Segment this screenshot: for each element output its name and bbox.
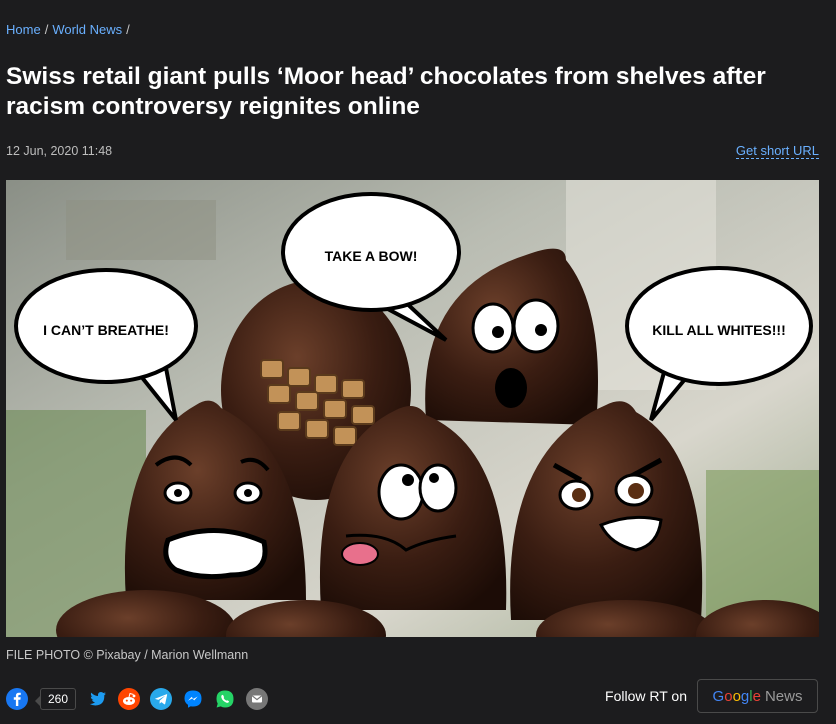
article-meta: 12 Jun, 2020 11:48 Get short URL <box>6 143 819 159</box>
google-letter: g <box>740 687 750 705</box>
email-icon[interactable] <box>246 688 269 710</box>
google-letter: G <box>712 687 725 705</box>
breadcrumb-world-news-link[interactable]: World News <box>52 22 122 37</box>
breadcrumb-separator: / <box>44 22 49 37</box>
google-logo: Google <box>713 688 761 705</box>
google-news-button[interactable]: Google News <box>697 679 818 713</box>
photo-caption: FILE PHOTO © Pixabay / Marion Wellmann <box>6 648 249 662</box>
telegram-icon[interactable] <box>150 688 173 710</box>
breadcrumb-separator: / <box>126 22 130 37</box>
follow-rt-label: Follow RT on <box>605 688 687 704</box>
twitter-icon[interactable] <box>86 688 108 710</box>
whatsapp-icon[interactable] <box>214 688 236 710</box>
google-letter: o <box>724 687 733 705</box>
speech-bubble-text: I CAN’T BREATHE! <box>43 322 169 338</box>
follow-section: Follow RT on Google News <box>605 679 818 713</box>
facebook-share-count: 260 <box>34 688 77 710</box>
article-photo: TAKE A BOW! I CAN’T BREATHE! KILL ALL WH… <box>6 180 819 637</box>
share-bar: 260 <box>6 684 269 714</box>
google-news-label: News <box>764 687 803 705</box>
breadcrumb-home-link[interactable]: Home <box>6 22 41 37</box>
reddit-icon[interactable] <box>118 688 141 710</box>
google-letter: e <box>752 687 761 705</box>
article-date: 12 Jun, 2020 11:48 <box>6 144 113 158</box>
get-short-url-link[interactable]: Get short URL <box>735 143 819 159</box>
speech-bubble-text: TAKE A BOW! <box>325 248 418 264</box>
breadcrumb: Home / World News / <box>6 22 130 37</box>
facebook-icon[interactable] <box>6 688 28 710</box>
article-title: Swiss retail giant pulls ‘Moor head’ cho… <box>6 63 766 120</box>
messenger-icon[interactable] <box>182 688 204 710</box>
google-letter: o <box>732 687 741 705</box>
speech-bubble-text: KILL ALL WHITES!!! <box>652 322 786 338</box>
